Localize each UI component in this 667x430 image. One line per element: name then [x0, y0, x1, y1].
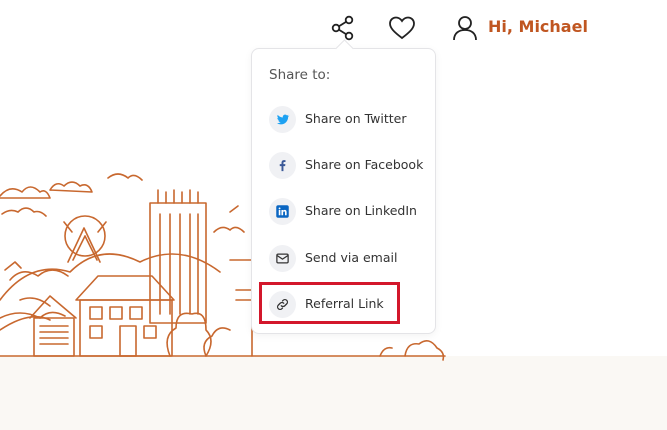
share-email-label: Send via email: [305, 250, 398, 265]
share-linkedin-item[interactable]: Share on LinkedIn: [261, 195, 429, 229]
referral-link-highlight: [259, 282, 400, 324]
share-linkedin-label: Share on LinkedIn: [305, 203, 417, 218]
share-facebook-item[interactable]: Share on Facebook: [261, 149, 429, 183]
share-email-item[interactable]: Send via email: [261, 242, 429, 276]
share-twitter-item[interactable]: Share on Twitter: [261, 103, 429, 137]
heart-icon[interactable]: [387, 13, 417, 43]
share-facebook-label: Share on Facebook: [305, 157, 424, 172]
email-icon: [269, 245, 296, 272]
linkedin-icon: [269, 198, 296, 225]
share-menu-title: Share to:: [269, 67, 331, 83]
user-icon[interactable]: [450, 13, 480, 43]
user-greeting[interactable]: Hi, Michael: [488, 16, 588, 38]
share-twitter-label: Share on Twitter: [305, 111, 407, 126]
twitter-icon: [269, 106, 296, 133]
share-icon[interactable]: [328, 13, 358, 43]
facebook-icon: [269, 152, 296, 179]
